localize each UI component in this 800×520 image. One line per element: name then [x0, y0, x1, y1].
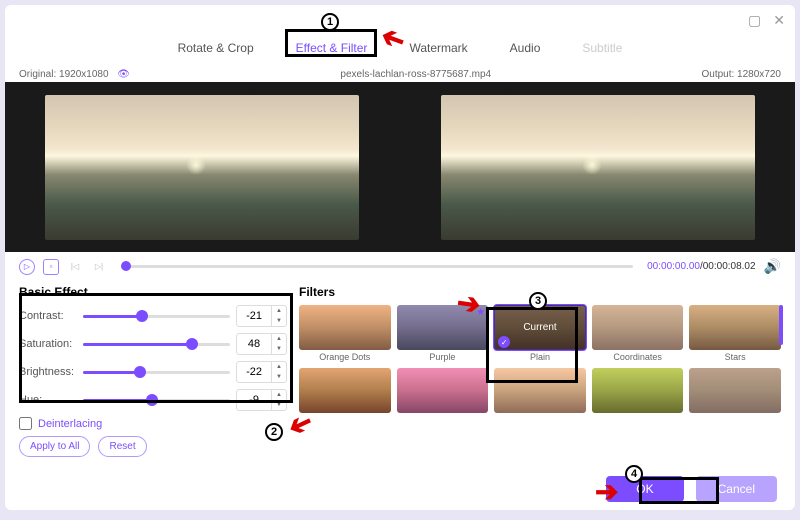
tab-audio[interactable]: Audio	[504, 37, 547, 59]
saturation-step-down[interactable]: ▼	[272, 344, 286, 354]
contrast-slider[interactable]	[83, 315, 230, 318]
volume-icon[interactable]: 🔊	[764, 258, 781, 275]
contrast-step-down[interactable]: ▼	[272, 316, 286, 326]
play-button[interactable]: ▷	[19, 259, 35, 275]
ok-button[interactable]: OK	[606, 476, 683, 502]
filter-item-9[interactable]	[689, 368, 781, 415]
favorite-star-icon: ★	[476, 307, 485, 318]
filters-title: Filters	[299, 285, 781, 299]
filter-item-Purple[interactable]: ★ Purple	[397, 305, 489, 362]
output-resolution: Output: 1280x720	[701, 69, 781, 80]
tab-watermark[interactable]: Watermark	[403, 37, 473, 59]
brightness-label: Brightness:	[19, 366, 77, 378]
hue-label: Hue:	[19, 394, 77, 406]
apply-to-all-button[interactable]: Apply to All	[19, 436, 90, 457]
contrast-value-input[interactable]	[237, 310, 271, 322]
basic-effect-panel: Basic Effect Contrast:▲▼Saturation:▲▼Bri…	[19, 285, 287, 457]
preview-eye-icon[interactable]: 👁	[117, 69, 130, 80]
preview-output	[401, 88, 795, 246]
info-bar: Original: 1920x1080 👁 pexels-lachlan-ros…	[5, 67, 795, 82]
filter-item-Plain[interactable]: Current✓Plain	[494, 305, 586, 362]
filter-label: Orange Dots	[299, 352, 391, 362]
filter-item-Coordinates[interactable]: Coordinates	[592, 305, 684, 362]
filter-item-7[interactable]	[494, 368, 586, 415]
filter-item-5[interactable]	[299, 368, 391, 415]
close-icon[interactable]: ✕	[773, 12, 785, 29]
next-frame-button[interactable]: ▷|	[91, 259, 107, 275]
maximize-icon[interactable]: ▢	[748, 12, 761, 29]
brightness-step-down[interactable]: ▼	[272, 372, 286, 382]
deinterlacing-checkbox[interactable]: Deinterlacing	[19, 417, 287, 430]
filename-label: pexels-lachlan-ross-8775687.mp4	[340, 69, 491, 80]
editor-window: ▢ ✕ Rotate & Crop Effect & Filter Waterm…	[5, 5, 795, 510]
filter-item-Orange Dots[interactable]: Orange Dots	[299, 305, 391, 362]
hue-step-up[interactable]: ▲	[272, 390, 286, 400]
tab-bar: Rotate & Crop Effect & Filter Watermark …	[5, 35, 795, 67]
tab-rotate-crop[interactable]: Rotate & Crop	[172, 37, 260, 59]
hue-slider[interactable]	[83, 399, 230, 402]
prev-frame-button[interactable]: |◁	[67, 259, 83, 275]
basic-effect-title: Basic Effect	[19, 285, 287, 299]
preview-area	[5, 82, 795, 252]
tab-subtitle: Subtitle	[576, 37, 628, 59]
filter-item-8[interactable]	[592, 368, 684, 415]
preview-original	[5, 88, 399, 246]
timecode: 00:00:00.00/00:00:08.02	[647, 261, 755, 272]
brightness-slider[interactable]	[83, 371, 230, 374]
contrast-step-up[interactable]: ▲	[272, 306, 286, 316]
original-resolution: Original: 1920x1080	[19, 69, 109, 80]
brightness-step-up[interactable]: ▲	[272, 362, 286, 372]
filters-scrollbar[interactable]	[779, 305, 783, 345]
hue-step-down[interactable]: ▼	[272, 400, 286, 410]
filter-label: Coordinates	[592, 352, 684, 362]
filter-label: Plain	[494, 352, 586, 362]
titlebar: ▢ ✕	[5, 5, 795, 35]
filters-panel: Filters Orange Dots ★ Purple Current✓Plain C…	[299, 285, 781, 457]
cancel-button[interactable]: Cancel	[696, 476, 777, 502]
filter-item-6[interactable]	[397, 368, 489, 415]
transport-bar: ▷ ▫ |◁ ▷| 00:00:00.00/00:00:08.02 🔊	[5, 252, 795, 281]
saturation-step-up[interactable]: ▲	[272, 334, 286, 344]
hue-value-input[interactable]	[237, 394, 271, 406]
saturation-slider[interactable]	[83, 343, 230, 346]
tab-effect-filter[interactable]: Effect & Filter	[290, 37, 374, 59]
filter-label: Stars	[689, 352, 781, 362]
brightness-value-input[interactable]	[237, 366, 271, 378]
stop-button[interactable]: ▫	[43, 259, 59, 275]
contrast-label: Contrast:	[19, 310, 77, 322]
footer: OK Cancel	[606, 476, 777, 502]
reset-button[interactable]: Reset	[98, 436, 146, 457]
filter-label: Purple	[397, 352, 489, 362]
timeline-slider[interactable]	[121, 265, 633, 268]
saturation-label: Saturation:	[19, 338, 77, 350]
lower-panel: Basic Effect Contrast:▲▼Saturation:▲▼Bri…	[5, 281, 795, 461]
saturation-value-input[interactable]	[237, 338, 271, 350]
filter-item-Stars[interactable]: Stars	[689, 305, 781, 362]
